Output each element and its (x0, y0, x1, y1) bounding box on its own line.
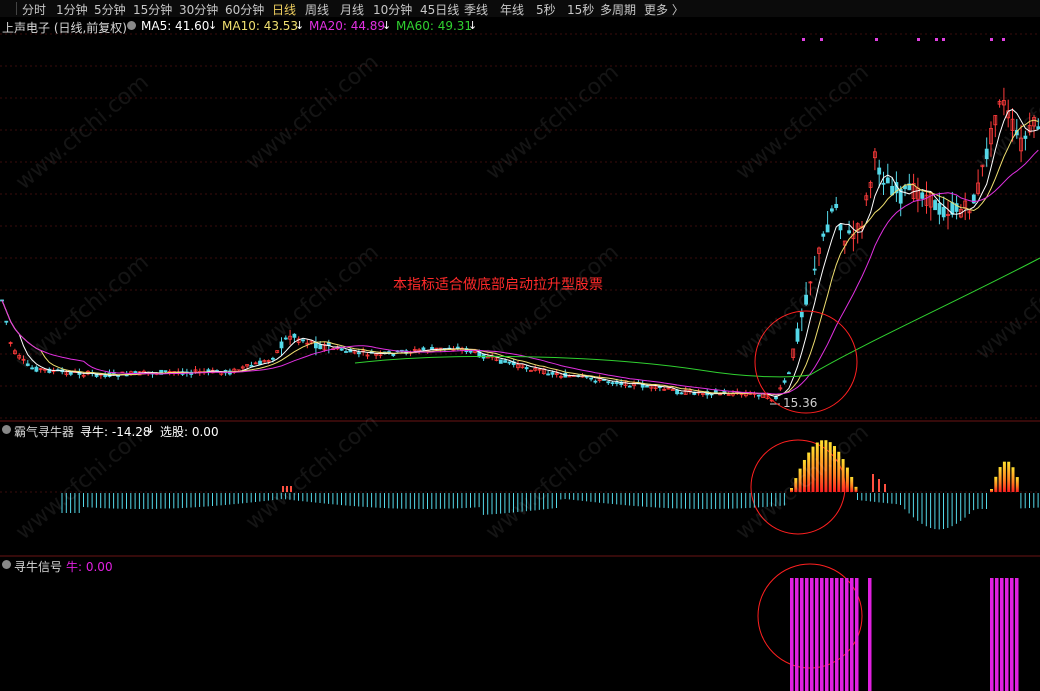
candle-body (546, 373, 550, 376)
candle-body (812, 268, 817, 271)
signal-bar (1015, 578, 1019, 691)
signal-bar (840, 578, 844, 691)
indicator-hill-bar (854, 486, 858, 492)
candle-body (301, 339, 305, 342)
candle-body (941, 206, 946, 218)
candle-body (838, 224, 843, 231)
indicator-bar-positive (878, 479, 880, 492)
candle-body (713, 390, 718, 393)
candle-body (679, 392, 684, 395)
indicator-bar-positive (884, 484, 886, 492)
signal-bar (805, 578, 809, 691)
candle-body (468, 350, 473, 353)
candle-body (550, 372, 555, 375)
candle-body (877, 167, 882, 175)
signal-bar (845, 578, 849, 691)
candle-body (787, 372, 791, 375)
signal-dot (935, 38, 938, 41)
ma20-line (1, 149, 1039, 395)
candle-body (4, 320, 9, 323)
signal-dot (802, 38, 805, 41)
candle-body (524, 367, 529, 370)
candle-body (455, 346, 460, 349)
signal-dot (990, 38, 993, 41)
candle-body (589, 377, 593, 380)
candle-body (920, 192, 925, 199)
candle-body (503, 360, 508, 363)
signal-bar (815, 578, 819, 691)
candle-body (606, 381, 611, 384)
signal-bar (835, 578, 839, 691)
candle-body (830, 208, 834, 212)
candle-body (68, 371, 73, 375)
signal-bar (868, 578, 872, 691)
candle-body (756, 394, 761, 397)
signal-bar (850, 578, 854, 691)
candle-body (825, 224, 830, 233)
signal-bar (990, 578, 994, 691)
signal-bar (1010, 578, 1014, 691)
candle-body (318, 344, 323, 350)
candle-body (795, 328, 800, 342)
indicator-hill-bar (1007, 461, 1011, 492)
candle-body (339, 348, 344, 351)
candle-body (356, 352, 361, 355)
candle-body (344, 351, 348, 353)
indicator-bar-positive (872, 474, 874, 492)
signal-dot (1002, 38, 1005, 41)
candle-body (821, 233, 826, 237)
indicator-hill-bar (845, 467, 849, 492)
indicator-hill-bar (1002, 461, 1006, 492)
candle-body (627, 385, 632, 388)
candle-body (507, 361, 512, 364)
signal-dot (875, 38, 878, 41)
signal-bar (795, 578, 799, 691)
low-price-label: 15.36 (783, 396, 818, 410)
indicator-hill-bar (990, 489, 993, 492)
candle-body (133, 371, 138, 374)
candle-body (881, 182, 886, 185)
indicator-hill-bar (850, 476, 854, 492)
candle-body (933, 200, 937, 211)
indicator-hill-bar (1015, 477, 1019, 492)
signal-bar (825, 578, 829, 691)
indicator-hill-bar (994, 476, 998, 492)
candle-body (675, 389, 679, 395)
candle-body (774, 396, 778, 400)
signal-bar (1000, 578, 1004, 691)
signal-bar (790, 578, 794, 691)
candle-body (847, 230, 851, 234)
candle-body (937, 203, 942, 215)
candle-body (421, 347, 426, 351)
signal-bar (800, 578, 804, 691)
candle-body (834, 203, 839, 209)
candle-body (163, 370, 168, 373)
signal-bar (1005, 578, 1009, 691)
signal-dot (917, 38, 920, 41)
signal-bar (855, 578, 859, 691)
indicator-hill-bar (1011, 467, 1015, 492)
signal-bar (995, 578, 999, 691)
signal-dot (820, 38, 823, 41)
candle-body (270, 357, 275, 360)
candle-body (430, 347, 434, 350)
candle-body (593, 380, 598, 383)
candle-body (610, 382, 615, 385)
indicator-hill-bar (998, 467, 1002, 492)
candle-body (249, 364, 254, 367)
candle-body (782, 380, 787, 383)
candle-body (722, 390, 727, 393)
candle-body (645, 385, 649, 388)
signal-bar (820, 578, 824, 691)
signal-dot (942, 38, 945, 41)
signal-bar (830, 578, 834, 691)
signal-bar (810, 578, 814, 691)
candle-body (885, 177, 890, 184)
candle-body (615, 382, 619, 384)
